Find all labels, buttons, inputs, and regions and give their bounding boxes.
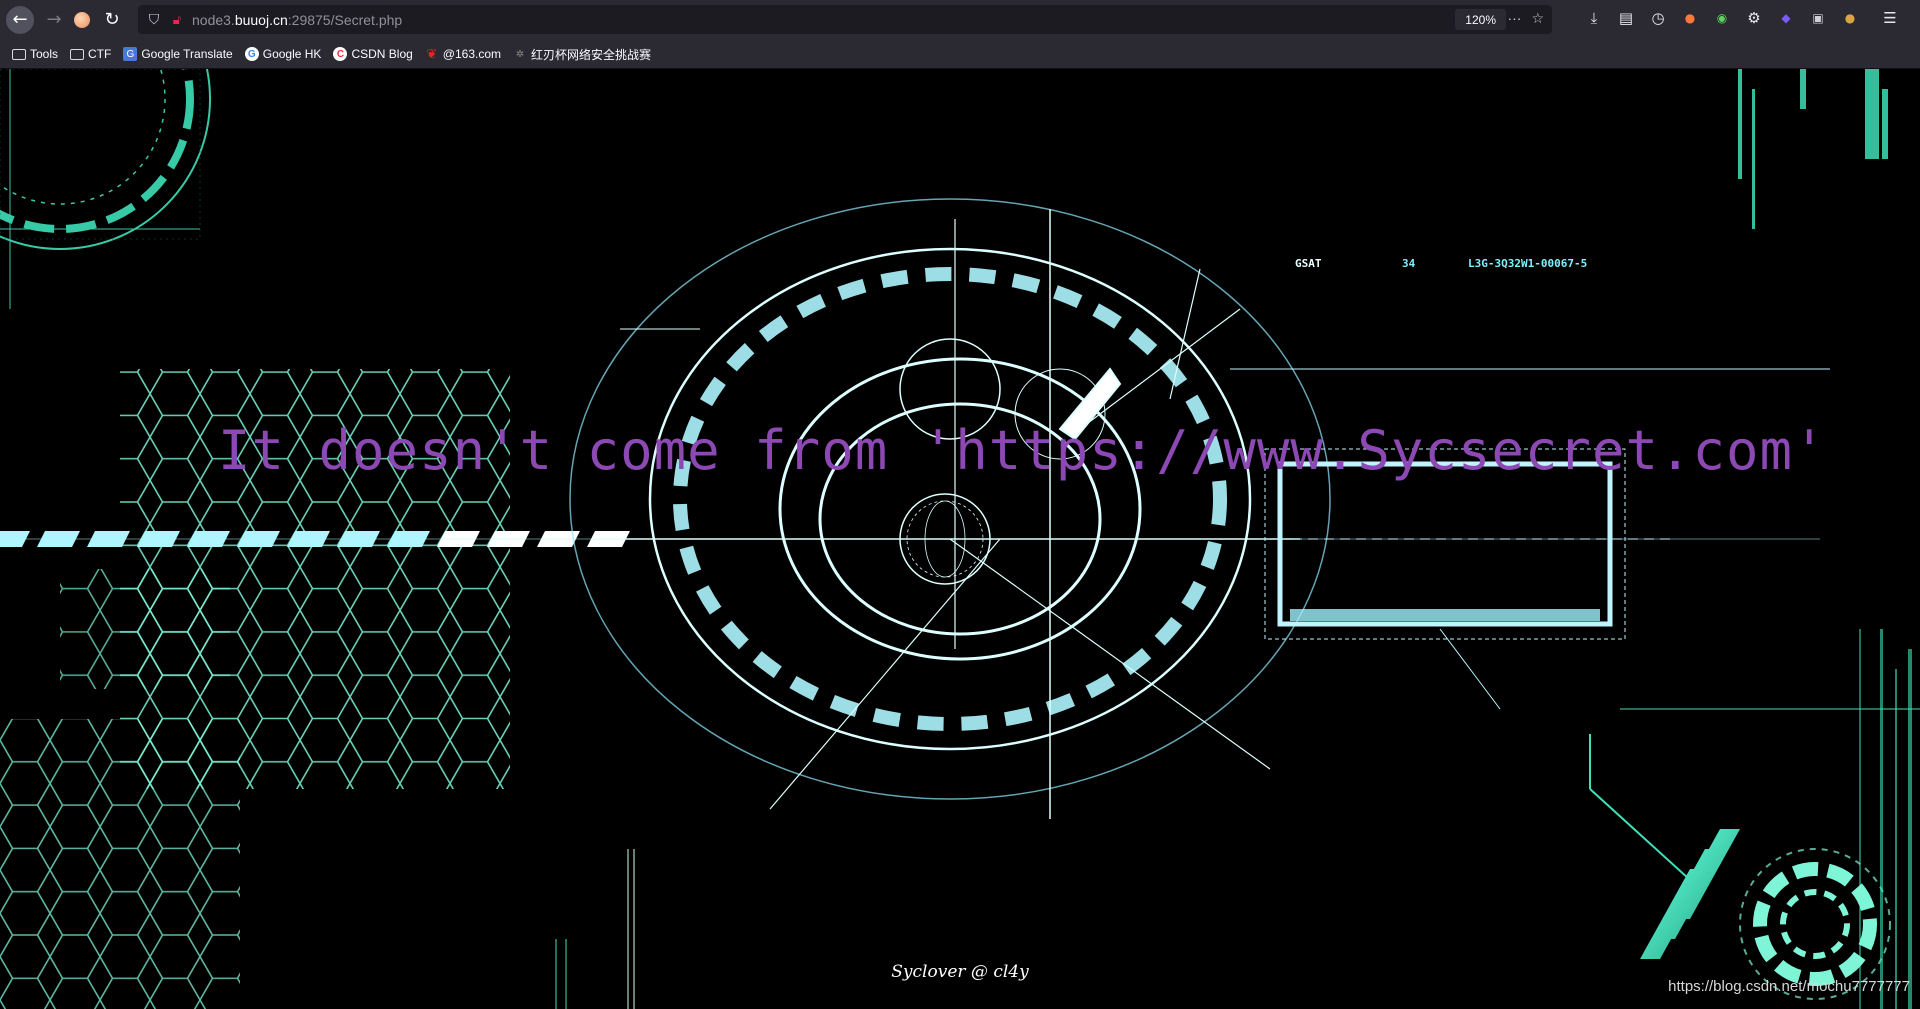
- extension-badge-icon[interactable]: ▣: [1808, 6, 1828, 30]
- reader-library-icon[interactable]: ▤: [1616, 6, 1636, 30]
- extension-fox-icon[interactable]: ●: [1680, 6, 1700, 30]
- site-icon: ✲: [515, 48, 525, 60]
- footer-credit: Syclover @ cl4y: [891, 962, 1029, 982]
- bookmark-csdn-blog[interactable]: C CSDN Blog: [333, 47, 413, 61]
- extension-purple-icon[interactable]: ◆: [1776, 6, 1796, 30]
- profile-avatar-icon[interactable]: [74, 12, 90, 28]
- csdn-watermark: https://blog.csdn.net/mochu7777777: [1668, 978, 1910, 995]
- csdn-icon: C: [333, 47, 348, 61]
- insecure-lock-icon[interactable]: 🔓︎: [168, 11, 186, 29]
- extension-cookie-icon[interactable]: ●: [1840, 6, 1860, 30]
- page-actions-icon[interactable]: ···: [1507, 10, 1521, 27]
- settings-gear-icon[interactable]: ⚙: [1744, 6, 1764, 30]
- 163-icon: ❦: [426, 46, 438, 61]
- google-translate-icon: G: [123, 47, 138, 61]
- url-host: buuoj.cn: [234, 11, 288, 28]
- hud-label-num: 34: [1402, 257, 1416, 270]
- referer-message: It doesn't come from 'https://www.Sycsec…: [218, 419, 1827, 482]
- hud-background: GSAT 34 L3G-3Q32W1-00067-5: [0, 69, 1920, 1009]
- page-content: GSAT 34 L3G-3Q32W1-00067-5 It doesn't co…: [0, 69, 1920, 1009]
- extension-toggle-icon[interactable]: ◉: [1712, 6, 1732, 30]
- arrow-right-icon: →: [46, 9, 62, 30]
- folder-icon: [70, 48, 85, 60]
- bookmark-google-hk[interactable]: G Google HK: [244, 47, 321, 61]
- bookmark-google-translate[interactable]: G Google Translate: [123, 47, 233, 61]
- bookmark-ctf[interactable]: CTF: [70, 47, 111, 61]
- browser-toolbar: ← → ↻ ⛉ 🔓︎ node3.buuoj.cn:29875/Secret.p…: [0, 0, 1920, 40]
- forward-button[interactable]: →: [40, 6, 68, 34]
- url-text[interactable]: node3.buuoj.cn:29875/Secret.php: [192, 12, 402, 28]
- bookmark-hongrenbei[interactable]: ✲ 红刃杯网络安全挑战赛: [513, 46, 651, 63]
- hud-label-code: L3G-3Q32W1-00067-5: [1468, 257, 1587, 270]
- menu-hamburger-icon[interactable]: ☰: [1880, 6, 1900, 30]
- folder-icon: [12, 48, 26, 60]
- history-clock-icon[interactable]: ◷: [1648, 6, 1668, 30]
- reload-button[interactable]: ↻: [98, 6, 126, 34]
- hud-label-gsat: GSAT: [1295, 257, 1322, 270]
- bookmarks-bar: Tools CTF G Google Translate G Google HK C…: [0, 40, 1920, 69]
- arrow-left-icon: ←: [12, 9, 28, 30]
- google-icon: G: [244, 47, 259, 61]
- reload-icon: ↻: [104, 9, 120, 30]
- bookmark-163[interactable]: ❦ @163.com: [425, 46, 501, 61]
- back-button[interactable]: ←: [6, 6, 34, 34]
- bookmark-star-icon[interactable]: ☆: [1531, 10, 1544, 27]
- url-bar[interactable]: ⛉ 🔓︎ node3.buuoj.cn:29875/Secret.php 120…: [138, 5, 1552, 34]
- download-icon[interactable]: ⤓: [1584, 6, 1604, 30]
- url-prefix: node3.: [192, 11, 235, 28]
- url-suffix: :29875/Secret.php: [287, 11, 403, 28]
- shield-icon[interactable]: ⛉: [142, 8, 166, 32]
- zoom-level-button[interactable]: 120%: [1455, 9, 1506, 30]
- bookmark-tools[interactable]: Tools: [12, 47, 58, 61]
